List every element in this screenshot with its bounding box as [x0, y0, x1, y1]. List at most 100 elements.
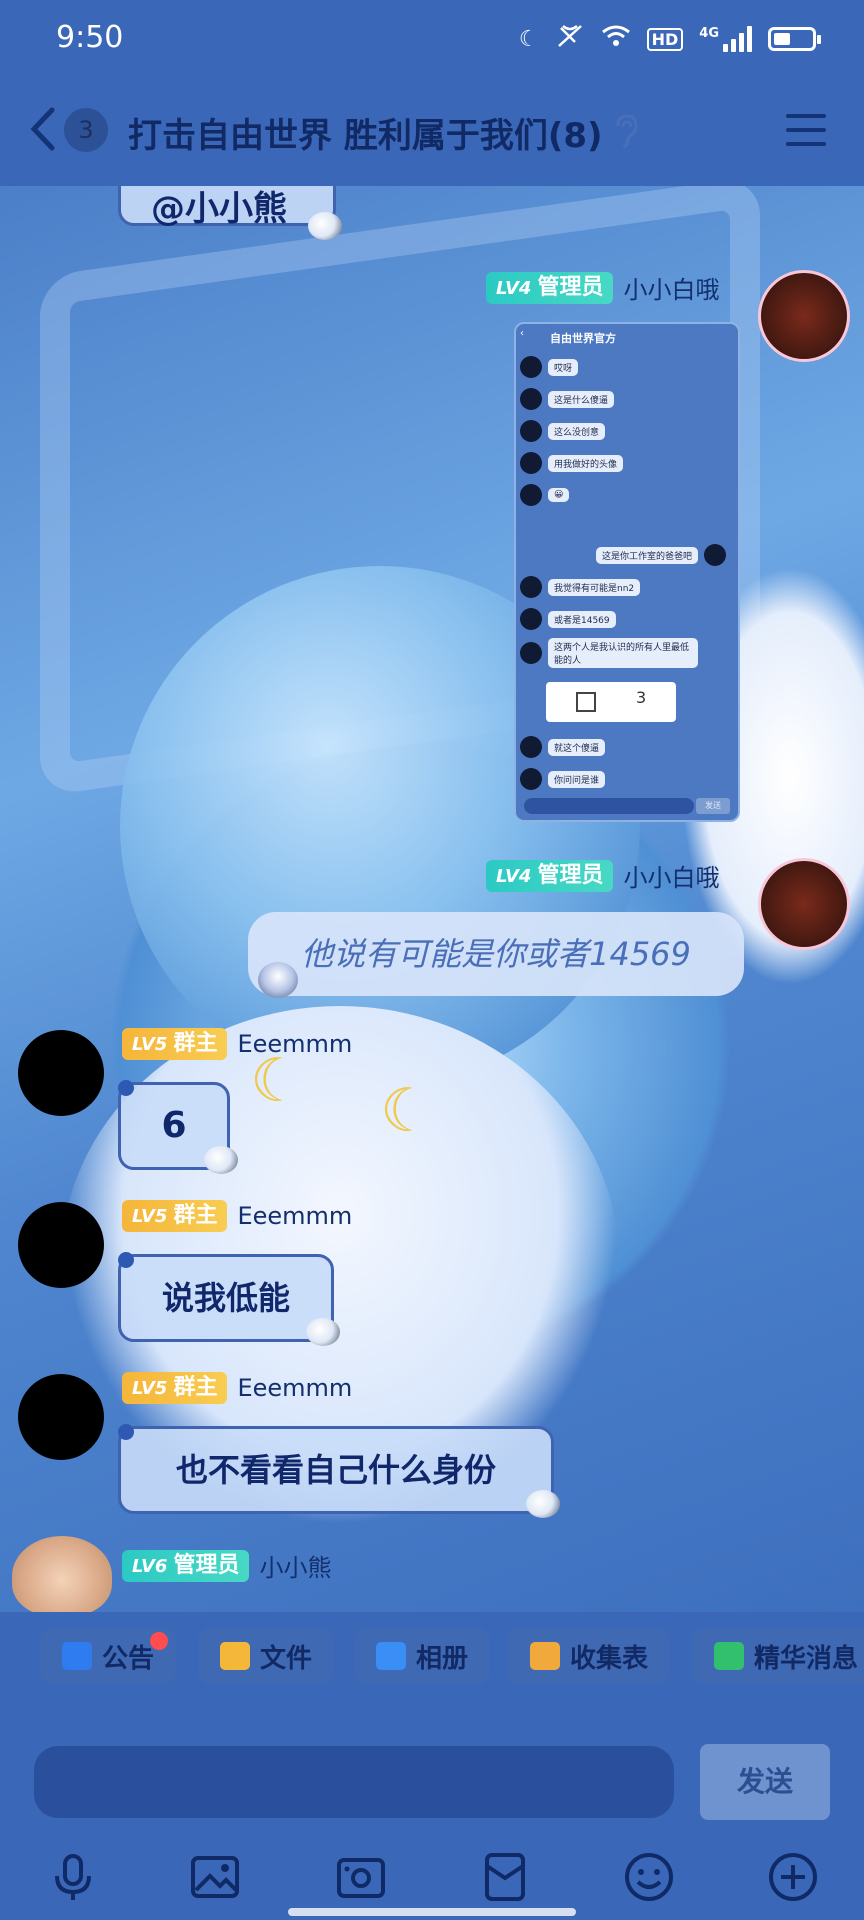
mini-card-number: 3 [636, 688, 647, 707]
signal-icon: 4G [699, 26, 752, 52]
message-bubble[interactable]: 他说有可能是你或者14569 [248, 912, 744, 996]
image-icon[interactable] [188, 1850, 242, 1904]
essence-messages-button[interactable]: 精华消息 [692, 1628, 864, 1684]
chip-label: 收集表 [570, 1643, 649, 1674]
message-text: 他说有可能是你或者14569 [301, 935, 691, 973]
penguin-sticker-icon [258, 962, 298, 998]
mini-chat-title: 自由世界官方 [550, 332, 616, 345]
emoji-icon[interactable] [622, 1850, 676, 1904]
sender-name: Eeemmm [237, 1030, 353, 1058]
clipboard-icon [530, 1642, 560, 1670]
message-text: @小小熊 [151, 189, 287, 229]
collection-form-button[interactable]: 收集表 [508, 1628, 671, 1684]
checkbox-icon [576, 692, 596, 712]
hd-badge: HD [646, 27, 684, 51]
sender-info: LV4 管理员 小小白哦 [486, 270, 719, 305]
status-bar: 9:50 ☾ HD 4G [0, 0, 864, 76]
album-button[interactable]: 相册 [354, 1628, 491, 1684]
avatar[interactable] [758, 858, 850, 950]
chat-header: 3 打击自由世界 胜利属于我们(8) [0, 76, 864, 186]
message-text: 6 [161, 1105, 187, 1146]
chip-label: 精华消息 [754, 1643, 859, 1674]
send-button[interactable]: 发送 [700, 1744, 830, 1820]
level-badge: LV5 群主 [122, 1372, 228, 1404]
mini-message: 😀 [520, 484, 570, 506]
sender-info: LV5 群主 Eeemmm [122, 1028, 352, 1060]
mini-message: 或者是14569 [520, 608, 616, 630]
home-indicator[interactable] [288, 1908, 576, 1916]
mini-input [524, 798, 694, 814]
moon-icon: ☾ [518, 26, 539, 52]
message-bubble[interactable]: 也不看看自己什么身份 [118, 1426, 554, 1514]
bubble-decoration-icon [526, 1490, 560, 1518]
bubble-dot [118, 1252, 134, 1268]
level-badge: LV5 群主 [122, 1200, 228, 1232]
bubble-dot [118, 1080, 134, 1096]
input-toolbar [0, 1850, 864, 1910]
avatar[interactable] [18, 1030, 104, 1116]
microphone-icon[interactable] [46, 1850, 100, 1904]
album-icon [376, 1642, 406, 1670]
notification-dot [150, 1632, 169, 1650]
sender-name: Eeemmm [237, 1374, 353, 1402]
sender-info: LV4 管理员 小小白哦 [486, 858, 719, 893]
message-input[interactable] [34, 1746, 674, 1818]
mini-message: 这是什么傻逼 [520, 388, 615, 410]
back-button[interactable] [24, 104, 64, 154]
files-button[interactable]: 文件 [198, 1628, 335, 1684]
level-badge: LV4 管理员 [486, 859, 614, 892]
unread-count-badge[interactable]: 3 [64, 108, 108, 152]
sender-info: LV6 管理员 小小熊 [122, 1548, 331, 1583]
chat-title[interactable]: 打击自由世界 胜利属于我们(8) [128, 108, 603, 157]
message-bubble[interactable]: @小小熊 [118, 186, 336, 229]
wifi-icon [601, 24, 631, 54]
announcement-button[interactable]: 公告 [40, 1628, 177, 1684]
avatar[interactable] [18, 1374, 104, 1460]
moon-decoration: ☾ [380, 1076, 434, 1146]
sender-name: 小小白哦 [623, 864, 720, 892]
mini-message: 哎呀 [520, 356, 579, 378]
bubble-decoration-icon [204, 1146, 238, 1174]
mini-card: 3 [546, 682, 676, 722]
image-message[interactable]: ‹ 自由世界官方 哎呀 这是什么傻逼 这么没创意 用我做好的头像 😀 这是你工作… [514, 322, 740, 822]
folder-icon [220, 1642, 250, 1670]
essence-icon [714, 1642, 744, 1670]
mini-send: 发送 [696, 798, 730, 814]
sender-name: Eeemmm [237, 1202, 353, 1230]
chat-screen: 9:50 ☾ HD 4G 3 打击自由世界 胜利属于我们(8) ☾ ☾ @小小熊… [0, 0, 864, 1920]
camera-icon[interactable] [334, 1850, 388, 1904]
menu-button[interactable] [786, 114, 826, 146]
chip-label: 相册 [416, 1643, 469, 1674]
mini-message: 这么没创意 [520, 420, 606, 442]
group-tools: 公告 文件 相册 收集表 精华消息 [0, 1612, 864, 1700]
sender-name: 小小白哦 [623, 276, 720, 304]
red-packet-icon[interactable] [478, 1850, 532, 1904]
vibrate-mute-icon [555, 22, 585, 56]
sender-info: LV5 群主 Eeemmm [122, 1200, 352, 1232]
announcement-icon [62, 1642, 92, 1670]
level-badge: LV6 管理员 [122, 1549, 250, 1582]
ear-icon[interactable] [614, 114, 640, 148]
chip-label: 公告 [102, 1643, 155, 1674]
chip-label: 文件 [260, 1643, 313, 1674]
input-bar: 发送 [0, 1700, 864, 1920]
battery-icon [768, 27, 821, 51]
plus-icon[interactable] [766, 1850, 820, 1904]
avatar[interactable] [12, 1536, 112, 1612]
status-icons: ☾ HD 4G [518, 22, 821, 56]
status-time: 9:50 [56, 20, 124, 55]
message-bubble[interactable]: 说我低能 [118, 1254, 334, 1342]
level-badge: LV5 群主 [122, 1028, 228, 1060]
mini-back-icon: ‹ [520, 328, 524, 339]
avatar[interactable] [758, 270, 850, 362]
bubble-decoration-icon [306, 1318, 340, 1346]
mini-message: 就这个傻逼 [520, 736, 606, 758]
bubble-dot [118, 1424, 134, 1440]
avatar[interactable] [18, 1202, 104, 1288]
sender-name: 小小熊 [259, 1554, 332, 1582]
mini-message: 这两个人是我认识的所有人里最低能的人 [520, 638, 698, 668]
mini-message: 我觉得有可能是nn2 [520, 576, 641, 598]
mini-message: 这是你工作室的爸爸吧 [596, 544, 727, 566]
message-list[interactable]: ☾ ☾ @小小熊 LV4 管理员 小小白哦 ‹ 自由世界官方 哎呀 这是什么傻逼 … [0, 186, 864, 1612]
mini-message: 用我做好的头像 [520, 452, 624, 474]
